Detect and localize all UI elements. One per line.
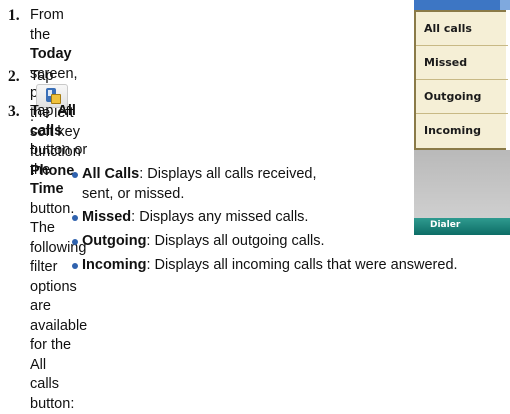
bullet-outgoing: Outgoing: Displays all outgoing calls. <box>72 232 325 252</box>
bold-term: Today <box>30 46 72 62</box>
step-number: 3. <box>8 103 20 120</box>
bullet-icon <box>72 215 78 221</box>
bullet-icon <box>72 172 78 178</box>
bullet-all-calls: All Calls: Displays all calls received, … <box>72 165 317 204</box>
text: calls button: <box>30 376 75 412</box>
text: button or the <box>30 142 88 178</box>
screen-background <box>414 150 510 218</box>
menu-item-missed[interactable]: Missed <box>416 46 508 80</box>
soft-key-dialer[interactable]: Dialer <box>430 220 460 230</box>
menu-item-incoming[interactable]: Incoming <box>416 114 508 148</box>
menu-item-outgoing[interactable]: Outgoing <box>416 80 508 114</box>
bold-term: Outgoing <box>82 233 147 249</box>
text: sent, or missed. <box>82 185 185 202</box>
text: : Displays all incoming calls that were … <box>146 257 458 273</box>
step-number: 2. <box>8 68 20 85</box>
text: : Displays all outgoing calls. <box>146 233 325 249</box>
bullet-missed: Missed: Displays any missed calls. <box>72 208 309 228</box>
text: button. The <box>30 200 75 237</box>
filter-menu: All calls Missed Outgoing Incoming <box>414 10 508 150</box>
bullet-icon <box>72 263 78 269</box>
bold-term: Incoming <box>82 257 147 273</box>
text: : Displays any missed calls. <box>131 209 309 225</box>
menu-item-all-calls[interactable]: All calls <box>416 12 508 46</box>
text: From the <box>30 7 64 43</box>
text: Tap <box>30 68 54 84</box>
title-bar <box>414 0 510 10</box>
soft-key-bar: Dialer <box>414 218 510 235</box>
text: : Displays all calls received, <box>139 166 317 182</box>
bullet-icon <box>72 239 78 245</box>
bold-term: All Calls <box>82 166 140 182</box>
bold-term: Missed <box>82 209 132 225</box>
bold-term: Time <box>30 181 64 197</box>
step-text: Tap All calls button or the Time button.… <box>30 102 87 414</box>
bullet-incoming: Incoming: Displays all incoming calls th… <box>72 256 458 276</box>
text: Tap <box>30 103 58 119</box>
step-number: 1. <box>8 7 20 24</box>
text: following filter options are available f… <box>30 239 88 373</box>
device-screenshot: All calls Missed Outgoing Incoming Diale… <box>414 0 510 235</box>
